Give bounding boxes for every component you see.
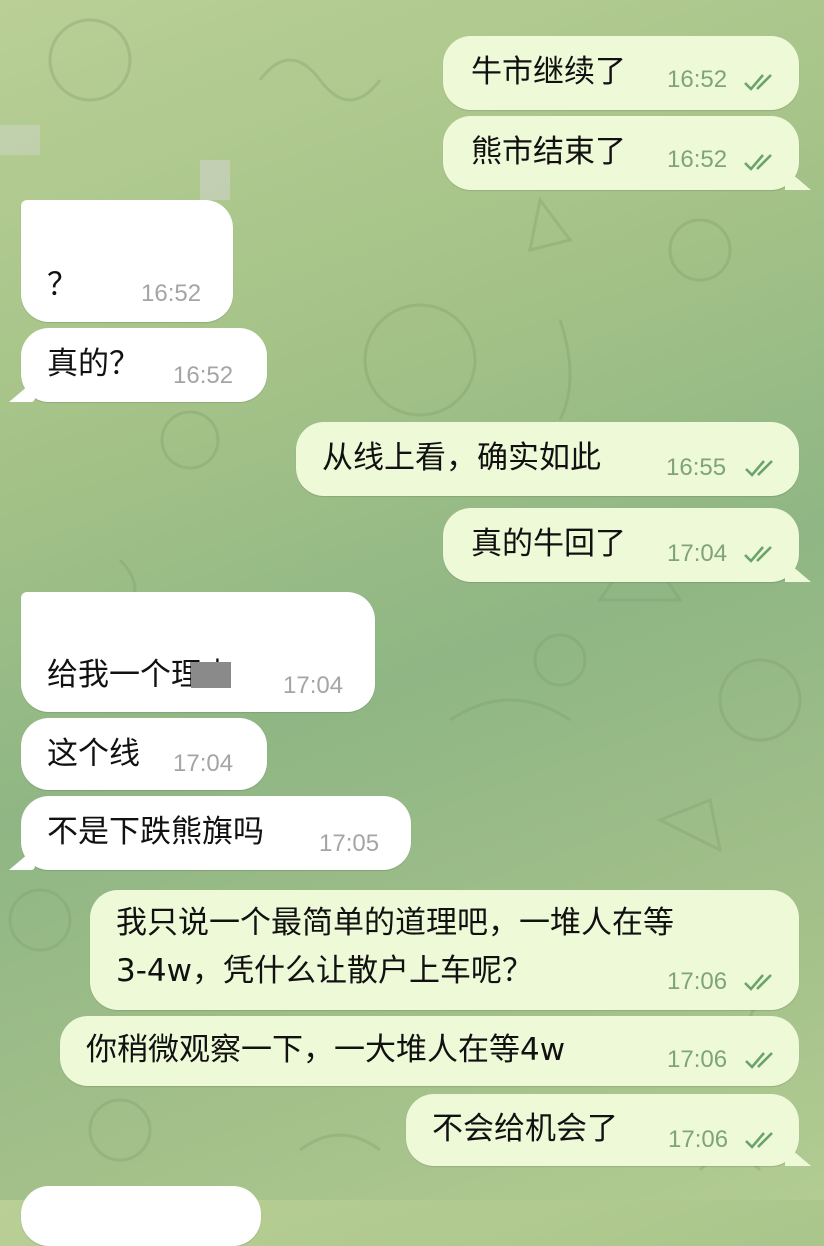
message-text: 你稍微观察一下，一大堆人在等4w	[86, 1032, 566, 1068]
message-time: 17:04	[283, 672, 344, 699]
message-bubble-outgoing[interactable]: 不会给机会了 17:06	[406, 1094, 811, 1166]
message-text: 牛市继续了	[471, 54, 626, 90]
message-time: 16:52	[141, 280, 202, 307]
message-text: 从线上看，确实如此	[322, 440, 601, 476]
message-bubble-incoming[interactable]: 给我一个理由 17:04	[21, 592, 375, 712]
message-time: 17:05	[319, 830, 380, 857]
message-text: 真的？	[47, 346, 140, 382]
message-time: 17:06	[667, 1046, 728, 1073]
message-time: 17:04	[667, 540, 728, 567]
double-check-icon	[744, 74, 772, 91]
message-text: 不会给机会了	[432, 1111, 618, 1147]
message-time: 17:04	[173, 750, 234, 777]
bubble-tail	[785, 1144, 811, 1166]
message-text-line2: 3-4w，凭什么让散户上车呢？	[116, 953, 533, 989]
message-bubble-incoming[interactable]: 不是下跌熊旗吗 17:05	[9, 796, 411, 870]
bubble-tail	[9, 848, 35, 870]
message-bubble-incoming-partial[interactable]	[21, 1186, 261, 1246]
message-time: 16:52	[667, 66, 728, 93]
message-time: 16:52	[173, 362, 234, 389]
message-bubble-incoming[interactable]: 这个线 17:04	[21, 718, 267, 790]
message-bubble-outgoing[interactable]: 我只说一个最简单的道理吧，一堆人在等 3-4w，凭什么让散户上车呢？ 17:06	[90, 890, 799, 1010]
bubble-tail	[9, 380, 35, 402]
message-text-line1: 我只说一个最简单的道理吧，一堆人在等	[116, 905, 674, 941]
double-check-icon	[745, 460, 773, 477]
double-check-icon	[745, 1132, 773, 1149]
message-text: ？	[47, 267, 78, 303]
message-time: 16:52	[667, 146, 728, 173]
double-check-icon	[744, 154, 772, 171]
message-text: 这个线	[47, 736, 140, 772]
double-check-icon	[744, 546, 772, 563]
double-check-icon	[744, 974, 772, 991]
message-bubble-outgoing[interactable]: 你稍微观察一下，一大堆人在等4w 17:06	[60, 1016, 799, 1086]
message-text: 真的牛回了	[471, 526, 626, 562]
message-time: 17:06	[668, 1126, 729, 1153]
redacted-area	[191, 662, 231, 688]
message-time: 17:06	[667, 968, 728, 995]
redacted-area	[200, 160, 230, 200]
message-bubble-outgoing[interactable]: 从线上看，确实如此 16:55	[296, 422, 799, 496]
message-text: 不是下跌熊旗吗	[47, 814, 264, 850]
message-bubble-outgoing[interactable]: 熊市结束了 16:52	[443, 116, 811, 190]
message-bubble-outgoing[interactable]: 牛市继续了 16:52	[443, 36, 799, 110]
bubble-tail	[785, 560, 811, 582]
bubble-tail	[785, 168, 811, 190]
message-bubble-incoming[interactable]: 真的？ 16:52	[9, 328, 267, 402]
message-text: 熊市结束了	[471, 134, 626, 170]
message-time: 16:55	[666, 454, 727, 481]
message-bubble-incoming[interactable]: ？ 16:52	[21, 200, 233, 322]
redacted-area	[0, 125, 40, 155]
double-check-icon	[745, 1052, 773, 1069]
message-bubble-outgoing[interactable]: 真的牛回了 17:04	[443, 508, 811, 582]
